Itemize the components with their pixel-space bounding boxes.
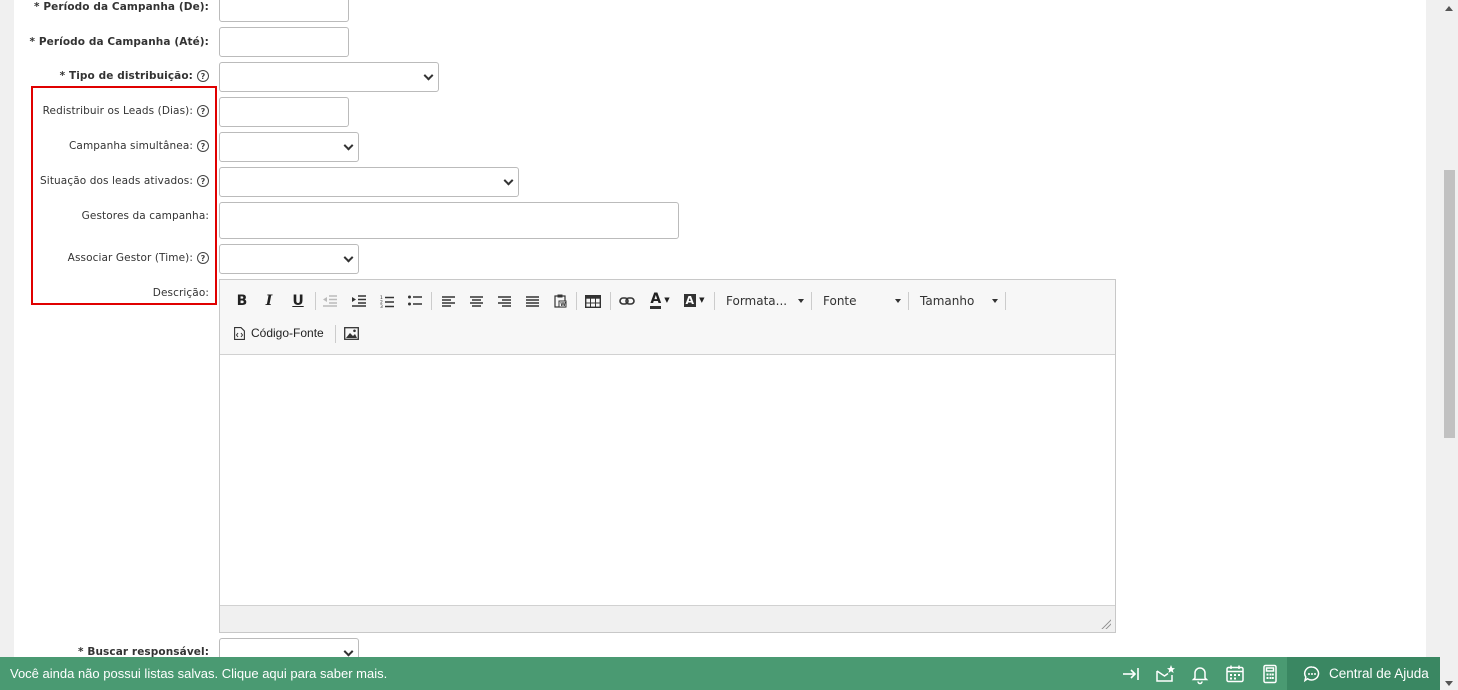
saved-lists-message[interactable]: Você ainda não possui listas salvas. Cli… bbox=[10, 666, 387, 681]
chevron-down-icon bbox=[423, 70, 434, 81]
situacao-leads-select[interactable] bbox=[219, 167, 519, 197]
italic-icon[interactable]: I bbox=[261, 291, 277, 311]
toolbar-separator bbox=[431, 292, 432, 310]
periodo-de-input[interactable] bbox=[219, 0, 349, 22]
ordered-list-icon[interactable]: 123 bbox=[379, 291, 395, 311]
scroll-up-icon[interactable] bbox=[1445, 6, 1453, 11]
mail-star-icon[interactable] bbox=[1154, 663, 1176, 685]
indent-icon[interactable] bbox=[351, 291, 367, 311]
svg-text:3: 3 bbox=[380, 304, 383, 308]
description-editor: B I U 123 W A ▼ A ▼ Formata... Fonte Tam… bbox=[219, 279, 1116, 633]
calendar-icon[interactable] bbox=[1224, 663, 1246, 685]
toolbar-separator bbox=[610, 292, 611, 310]
font-color-icon[interactable]: A ▼ bbox=[646, 290, 674, 310]
toolbar-separator bbox=[811, 292, 812, 310]
toolbar-separator bbox=[315, 292, 316, 310]
bell-icon[interactable] bbox=[1189, 663, 1211, 685]
svg-text:W: W bbox=[560, 302, 566, 308]
chevron-down-icon bbox=[343, 140, 354, 151]
chevron-down-icon bbox=[343, 252, 354, 263]
chevron-down-icon bbox=[343, 646, 354, 657]
bottom-bar: Você ainda não possui listas salvas. Cli… bbox=[0, 657, 1440, 690]
help-center-button[interactable]: Central de Ajuda bbox=[1287, 657, 1440, 690]
chat-icon bbox=[1303, 665, 1321, 683]
paste-word-icon[interactable]: W bbox=[552, 291, 568, 311]
bold-icon[interactable]: B bbox=[234, 291, 250, 311]
chevron-down-icon bbox=[503, 175, 514, 186]
align-left-icon[interactable] bbox=[440, 291, 456, 311]
calculator-icon[interactable] bbox=[1259, 663, 1281, 685]
background-color-icon[interactable]: A ▼ bbox=[680, 290, 708, 310]
toolbar-separator bbox=[714, 292, 715, 310]
editor-content-area[interactable] bbox=[220, 355, 1115, 606]
align-center-icon[interactable] bbox=[468, 291, 484, 311]
align-justify-icon[interactable] bbox=[524, 291, 540, 311]
highlight-box bbox=[31, 86, 217, 305]
format-combo[interactable]: Formata... bbox=[726, 291, 804, 311]
toolbar-separator bbox=[1005, 292, 1006, 310]
associar-gestor-select[interactable] bbox=[219, 244, 359, 274]
scroll-down-icon[interactable] bbox=[1445, 681, 1453, 686]
outdent-icon[interactable] bbox=[322, 291, 338, 311]
caret-down-icon bbox=[992, 299, 998, 303]
label-tipo-distribuicao: * Tipo de distribuição:? bbox=[60, 69, 209, 83]
editor-toolbar: B I U 123 W A ▼ A ▼ Formata... Fonte Tam… bbox=[220, 280, 1115, 355]
caret-down-icon bbox=[895, 299, 901, 303]
underline-icon[interactable]: U bbox=[290, 291, 306, 311]
campanha-simultanea-select[interactable] bbox=[219, 132, 359, 162]
source-code-button[interactable]: Código-Fonte bbox=[234, 323, 324, 343]
editor-statusbar bbox=[220, 605, 1115, 632]
resize-grip-icon[interactable] bbox=[1101, 619, 1111, 629]
exit-icon[interactable] bbox=[1120, 663, 1142, 685]
toolbar-separator bbox=[908, 292, 909, 310]
periodo-ate-input[interactable] bbox=[219, 27, 349, 57]
toolbar-separator bbox=[335, 325, 336, 343]
link-icon[interactable] bbox=[618, 291, 636, 311]
tipo-distribuicao-select[interactable] bbox=[219, 62, 439, 92]
toolbar-separator bbox=[576, 292, 577, 310]
redistribuir-input[interactable] bbox=[219, 97, 349, 127]
page-scrollbar[interactable] bbox=[1440, 0, 1458, 690]
gestores-input[interactable] bbox=[219, 202, 679, 239]
caret-down-icon bbox=[798, 299, 804, 303]
table-icon[interactable] bbox=[584, 291, 602, 311]
image-icon[interactable] bbox=[342, 323, 360, 343]
scrollbar-thumb[interactable] bbox=[1444, 170, 1455, 438]
align-right-icon[interactable] bbox=[496, 291, 512, 311]
help-icon[interactable]: ? bbox=[197, 70, 209, 82]
source-code-icon bbox=[234, 326, 245, 340]
label-periodo-de: * Período da Campanha (De): bbox=[34, 1, 209, 13]
size-combo[interactable]: Tamanho bbox=[920, 291, 998, 311]
font-combo[interactable]: Fonte bbox=[823, 291, 901, 311]
label-periodo-ate: * Período da Campanha (Até): bbox=[29, 36, 209, 48]
unordered-list-icon[interactable] bbox=[407, 291, 423, 311]
